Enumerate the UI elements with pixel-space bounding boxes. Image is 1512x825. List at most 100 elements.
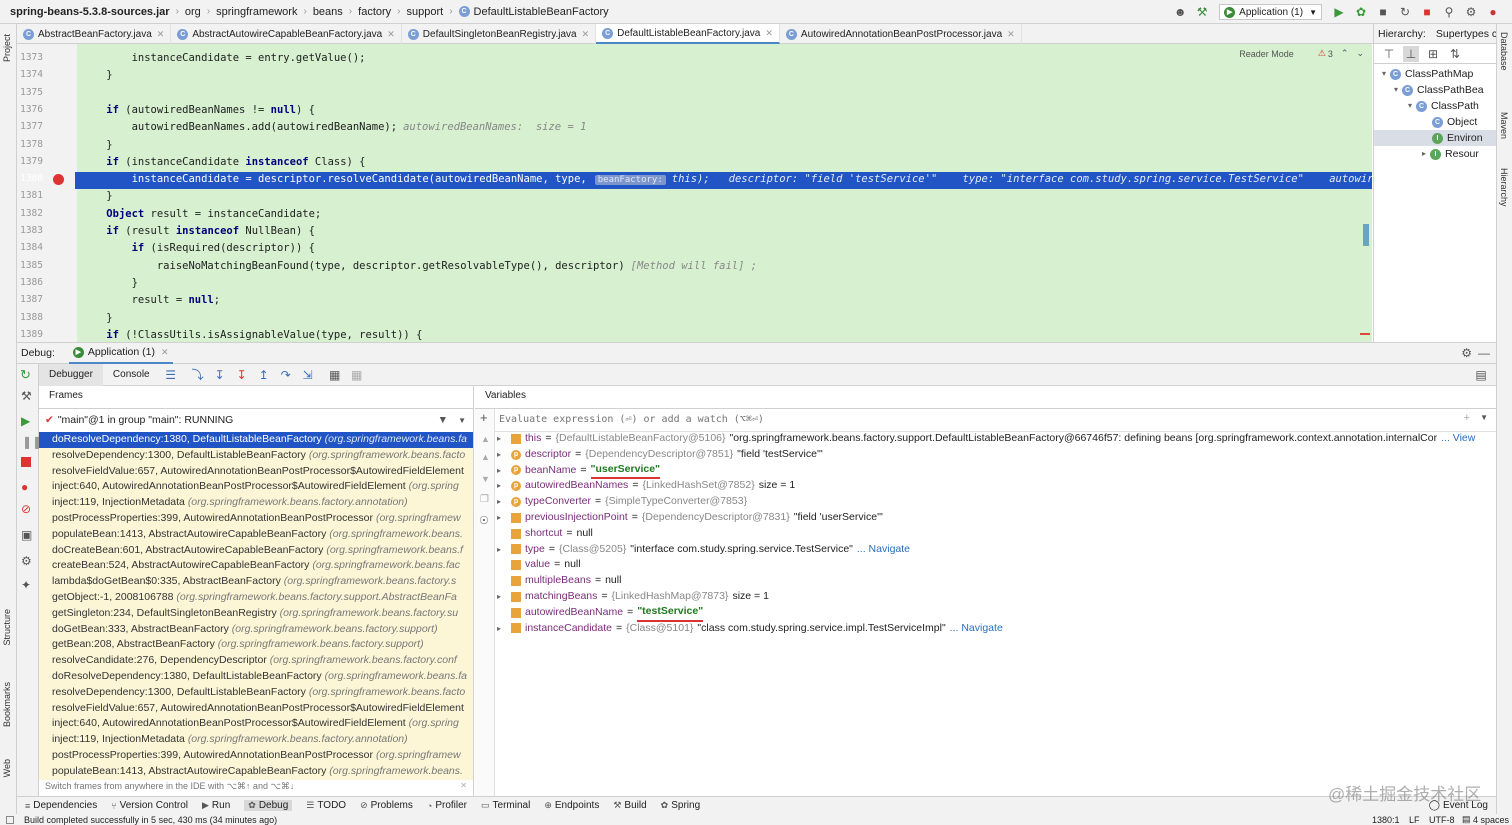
step-over-icon[interactable]: ⤵ bbox=[190, 367, 206, 383]
user-icon[interactable]: ☻ bbox=[1172, 4, 1188, 20]
hierarchy-tool-button[interactable]: Hierarchy bbox=[1499, 168, 1509, 207]
minimize-icon[interactable]: — bbox=[1478, 346, 1490, 360]
hierarchy-item[interactable]: ▾ C ClassPath bbox=[1408, 98, 1479, 114]
editor-tab[interactable]: C AbstractAutowireCapableBeanFactory.java… bbox=[171, 24, 402, 44]
evaluate-expression-input[interactable] bbox=[499, 411, 1439, 427]
reader-mode-button[interactable]: Reader Mode bbox=[1239, 49, 1294, 59]
project-tool-button[interactable]: Project bbox=[2, 34, 12, 62]
supertypes-icon[interactable]: ⊥ bbox=[1403, 45, 1419, 62]
chevron-right-icon[interactable]: ▸ bbox=[497, 494, 511, 510]
frame-row[interactable]: getSingleton:234, DefaultSingletonBeanRe… bbox=[39, 605, 473, 622]
thread-selector[interactable]: ✔ "main"@1 in group "main": RUNNING ▼ ▼ bbox=[45, 412, 470, 428]
frame-row[interactable]: doResolveDependency:1380, DefaultListabl… bbox=[39, 669, 473, 685]
breadcrumb-item[interactable]: org bbox=[185, 6, 201, 18]
hierarchy-item[interactable]: C Object bbox=[1422, 114, 1477, 130]
chevron-right-icon[interactable]: ▸ bbox=[1422, 146, 1426, 162]
variable-row[interactable]: autowiredBeanName = "testService" bbox=[497, 605, 1496, 622]
chevron-down-icon[interactable]: ▼ bbox=[458, 416, 466, 425]
maven-tool-button[interactable]: Maven bbox=[1499, 112, 1509, 139]
frame-row[interactable]: createBean:524, AbstractAutowireCapableB… bbox=[39, 558, 473, 575]
frame-row[interactable]: populateBean:1413, AbstractAutowireCapab… bbox=[39, 526, 473, 543]
frame-row[interactable]: inject:119, InjectionMetadata (org.sprin… bbox=[39, 732, 473, 748]
run-to-cursor-icon[interactable]: ⇲ bbox=[300, 367, 316, 383]
tab-debugger[interactable]: Debugger bbox=[39, 363, 103, 386]
breadcrumb-item[interactable]: beans bbox=[313, 6, 343, 18]
chevron-right-icon[interactable]: ▸ bbox=[497, 463, 511, 479]
tool-window-button[interactable]: ⑂ Version Control bbox=[111, 800, 188, 811]
stop-icon[interactable]: ■ bbox=[1419, 4, 1435, 20]
database-tool-button[interactable]: Database bbox=[1499, 32, 1509, 71]
hierarchy-item[interactable]: ▾ C ClassPathMap bbox=[1382, 66, 1473, 82]
hammer-icon[interactable]: ⚒ bbox=[1194, 4, 1210, 20]
frame-row[interactable]: inject:640, AutowiredAnnotationBeanPostP… bbox=[39, 479, 473, 496]
chevron-right-icon[interactable]: ▸ bbox=[497, 431, 511, 447]
debug-session-tab[interactable]: ▶ Application (1) ✕ bbox=[68, 342, 173, 364]
menu-icon[interactable]: ☰ bbox=[163, 367, 179, 383]
editor-tab[interactable]: C DefaultListableBeanFactory.java ✕ bbox=[596, 24, 780, 44]
variable-row[interactable]: ▸ previousInjectionPoint = {DependencyDescr… bbox=[497, 510, 1496, 526]
variable-row[interactable]: ▸ p autowiredBeanNames = {LinkedHashSet@7852… bbox=[497, 478, 1496, 494]
profile-icon[interactable]: ↻ bbox=[1397, 4, 1413, 20]
close-icon[interactable]: ✕ bbox=[582, 29, 590, 40]
breadcrumb-item[interactable]: springframework bbox=[216, 6, 297, 18]
breadcrumb-item[interactable]: DefaultListableBeanFactory bbox=[474, 6, 609, 18]
line-separator[interactable]: LF bbox=[1409, 815, 1420, 825]
tab-supertypes[interactable]: Supertypes c bbox=[1436, 28, 1497, 40]
step-into-icon[interactable]: ↧ bbox=[212, 367, 228, 383]
close-icon[interactable]: ✕ bbox=[161, 347, 169, 358]
variable-row[interactable]: ▸ p typeConverter = {SimpleTypeConverter@785… bbox=[497, 494, 1496, 510]
indent-setting[interactable]: 4 spaces bbox=[1473, 815, 1509, 825]
tool-window-button[interactable]: ✿ Debug bbox=[244, 800, 293, 811]
variable-row[interactable]: ▸ p descriptor = {DependencyDescriptor@7851}… bbox=[497, 447, 1496, 463]
drop-frame-icon[interactable]: ↷ bbox=[278, 367, 294, 383]
tool-window-button[interactable]: ⊕ Endpoints bbox=[544, 800, 599, 811]
gear-icon[interactable]: ⚙ bbox=[1461, 346, 1472, 360]
tool-window-button[interactable]: ⚒ Build bbox=[613, 800, 646, 811]
view-breakpoints-icon[interactable]: ● bbox=[21, 480, 28, 494]
editor-tab[interactable]: C AbstractBeanFactory.java ✕ bbox=[17, 24, 172, 44]
watch-icon[interactable]: ☉ bbox=[479, 514, 489, 527]
trace-icon[interactable]: ▦ bbox=[349, 367, 365, 383]
variable-row[interactable]: ▸ instanceCandidate = {Class@5101} "class co… bbox=[497, 621, 1496, 637]
hierarchy-item[interactable]: ▾ C ClassPathBea bbox=[1394, 82, 1484, 98]
variable-row[interactable]: value = null bbox=[497, 557, 1496, 573]
ide-logo-icon[interactable]: ● bbox=[1485, 4, 1501, 20]
resume-icon[interactable]: ▶ bbox=[21, 414, 30, 428]
breadcrumb-item[interactable]: factory bbox=[358, 6, 391, 18]
frame-row[interactable]: doGetBean:333, AbstractBeanFactory (org.… bbox=[39, 621, 473, 638]
chevron-right-icon[interactable]: ▸ bbox=[497, 542, 511, 558]
search-icon[interactable]: ⚲ bbox=[1441, 4, 1457, 20]
frame-row[interactable]: inject:119, InjectionMetadata (org.sprin… bbox=[39, 495, 473, 511]
editor-tab[interactable]: C AutowiredAnnotationBeanPostProcessor.ja… bbox=[780, 24, 1022, 44]
force-step-into-icon[interactable]: ↧ bbox=[234, 367, 250, 383]
frame-row[interactable]: resolveCandidate:276, DependencyDescript… bbox=[39, 653, 473, 669]
navigate-link[interactable]: ... Navigate bbox=[950, 621, 1003, 637]
frame-row[interactable]: getObject:-1, 2008106788 (org.springfram… bbox=[39, 590, 473, 606]
close-icon[interactable]: ✕ bbox=[387, 29, 395, 40]
gear-icon[interactable]: ⚙ bbox=[1463, 4, 1479, 20]
tool-window-button[interactable]: ▭ Terminal bbox=[481, 800, 530, 811]
layout-icon[interactable]: ▤ bbox=[1473, 367, 1489, 383]
chevron-down-icon[interactable]: ▾ bbox=[1408, 98, 1412, 114]
gear-icon[interactable]: ⚙ bbox=[21, 554, 32, 568]
chevron-down-icon[interactable]: ⌄ bbox=[1356, 48, 1364, 59]
close-icon[interactable]: ✕ bbox=[460, 781, 467, 790]
chevron-right-icon[interactable]: ▸ bbox=[497, 621, 511, 637]
stop-icon[interactable] bbox=[21, 457, 31, 467]
add-watch-icon[interactable]: + bbox=[480, 410, 488, 425]
chevron-right-icon[interactable]: ▸ bbox=[497, 478, 511, 494]
frame-row[interactable]: resolveFieldValue:657, AutowiredAnnotati… bbox=[39, 700, 473, 717]
coverage-icon[interactable]: ■ bbox=[1375, 4, 1391, 20]
wrench-icon[interactable]: ⚒ bbox=[21, 389, 32, 403]
tool-window-button[interactable]: ◔ Profiler bbox=[427, 800, 467, 811]
chevron-down-icon[interactable]: ▾ bbox=[1394, 82, 1398, 98]
expand-icon[interactable]: ▲ bbox=[481, 434, 490, 444]
frame-row[interactable]: getBean:208, AbstractBeanFactory (org.sp… bbox=[39, 637, 473, 654]
chevron-down-icon[interactable]: ▾ bbox=[1382, 66, 1386, 82]
navigate-link[interactable]: ... Navigate bbox=[857, 542, 910, 558]
run-config-select[interactable]: ▶ Application (1) ▼ bbox=[1219, 4, 1322, 20]
structure-tool-button[interactable]: Structure bbox=[2, 609, 12, 646]
add-icon[interactable]: + bbox=[1464, 412, 1470, 424]
frame-row[interactable]: doCreateBean:601, AbstractAutowireCapabl… bbox=[39, 542, 473, 559]
chevron-up-icon[interactable]: ⌃ bbox=[1341, 48, 1349, 59]
